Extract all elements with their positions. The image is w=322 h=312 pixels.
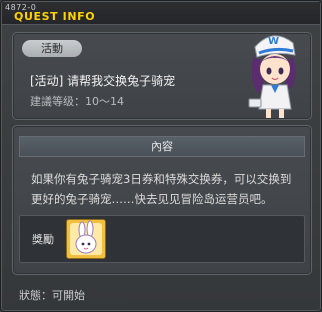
npc-girl-portrait-icon: W xyxy=(248,35,296,118)
title-bar[interactable]: 4872-0 QUEST INFO xyxy=(2,2,320,25)
quest-info-window: 4872-0 QUEST INFO 活動 [活动] 请帮我交换兔子骑宠 建議等级… xyxy=(0,0,322,312)
quest-name: [活动] 请帮我交换兔子骑宠 xyxy=(30,74,176,88)
quest-description: 如果你有兔子骑宠3日券和特殊交换券，可以交换到更好的兔子骑宠……快去见见冒险岛运… xyxy=(31,172,292,206)
reward-label: 獎勵 xyxy=(32,233,54,246)
quest-level-requirement: 建議等级：10～14 xyxy=(30,95,124,108)
window-title: QUEST INFO xyxy=(14,10,96,23)
reward-section: 獎勵 xyxy=(19,215,305,263)
quest-content-panel: 內容 如果你有兔子骑宠3日券和特殊交换券，可以交换到更好的兔子骑宠……快去见见冒… xyxy=(12,125,312,275)
svg-text:W: W xyxy=(268,36,279,47)
quest-category-tag: 活動 xyxy=(22,40,82,57)
rabbit-icon xyxy=(67,220,105,258)
quest-summary-panel: 活動 [活动] 请帮我交换兔子骑宠 建議等级：10～14 W xyxy=(12,32,312,120)
content-section-header: 內容 xyxy=(19,136,305,157)
rabbit-mount-voucher-icon[interactable] xyxy=(66,219,106,259)
quest-status: 狀態：可開始 xyxy=(19,289,85,302)
